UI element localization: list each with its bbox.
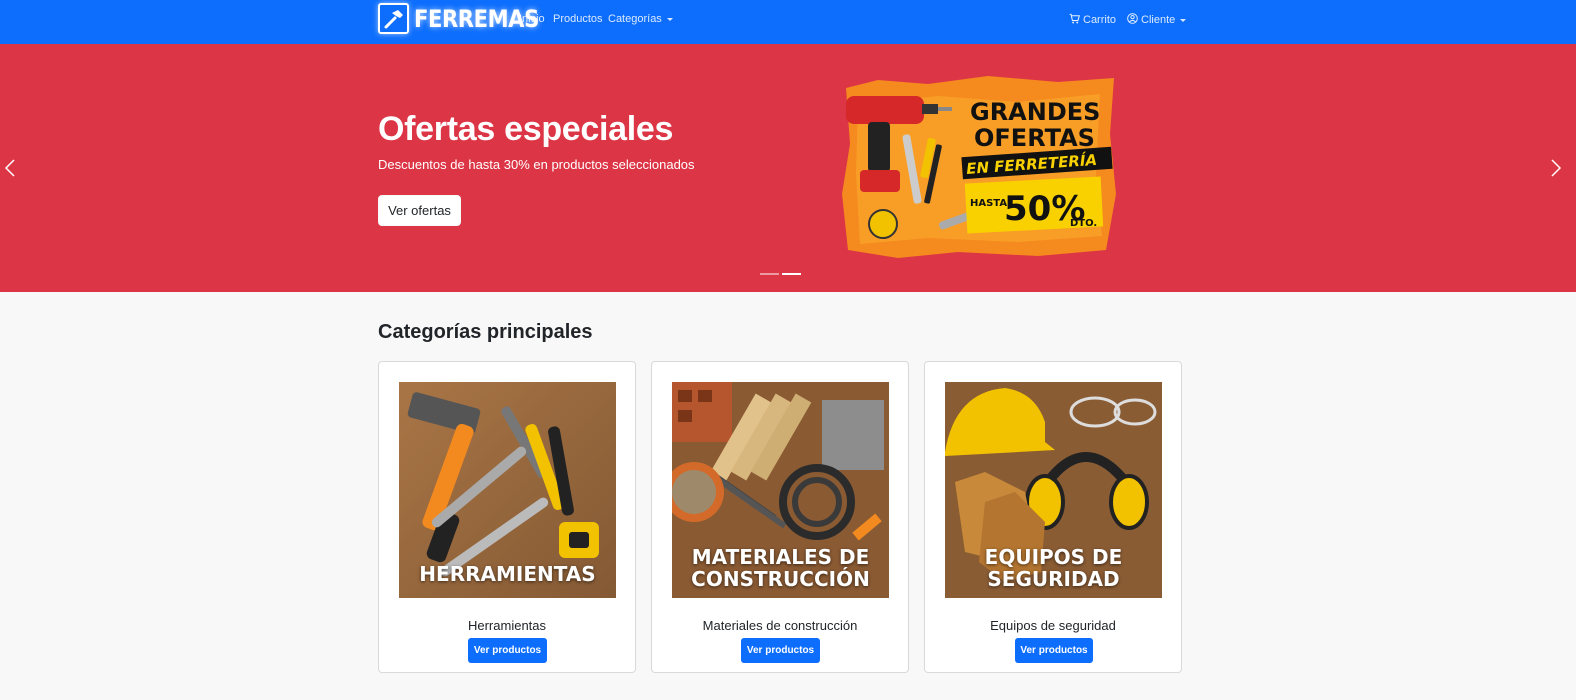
promo-line1: GRANDES (970, 98, 1100, 126)
carousel-next-button[interactable] (1546, 158, 1566, 178)
cart-icon (1069, 13, 1080, 27)
promo-line2: OFERTAS (974, 124, 1095, 152)
promo-prefix: HASTA (970, 198, 1007, 209)
category-name: Equipos de seguridad (990, 618, 1116, 633)
ver-productos-button[interactable]: Ver productos (468, 638, 547, 663)
category-name: Herramientas (467, 618, 547, 633)
promo-suffix: DTO. (1070, 218, 1097, 229)
nav-link-carrito[interactable]: Carrito (1069, 13, 1116, 27)
chevron-down-icon (666, 17, 673, 21)
category-image-caption-line2: CONSTRUCCIÓN (691, 567, 870, 591)
category-image-caption: HERRAMIENTAS (419, 562, 596, 586)
chevron-down-icon (1180, 18, 1187, 22)
navbar: FERREMAS Inicio Productos Categorías Car… (0, 0, 1576, 44)
category-image-caption-line1: MATERIALES DE (691, 545, 870, 569)
category-image-materiales: MATERIALES DE CONSTRUCCIÓN (672, 382, 889, 598)
nav-dropdown-categorias[interactable]: Categorías (608, 13, 673, 25)
cart-label: Carrito (1083, 14, 1117, 26)
section-title: Categorías principales (378, 321, 593, 343)
category-name: Materiales de construcción (702, 618, 858, 633)
ver-productos-button[interactable]: Ver productos (741, 638, 820, 663)
nav-link-productos[interactable]: Productos (553, 13, 603, 25)
ver-productos-button[interactable]: Ver productos (1015, 638, 1093, 663)
category-card-seguridad: EQUIPOS DE SEGURIDAD Equipos de segurida… (924, 361, 1182, 673)
carousel-indicators (760, 273, 801, 275)
hero-carousel: Ofertas especiales Descuentos de hasta 3… (0, 44, 1576, 292)
hero-title: Ofertas especiales (378, 110, 674, 148)
nav-link-inicio[interactable]: Inicio (519, 13, 545, 25)
category-image-caption-line2: SEGURIDAD (987, 567, 1120, 591)
user-label: Cliente (1141, 14, 1176, 26)
carousel-prev-button[interactable] (0, 158, 20, 178)
hero-subtitle: Descuentos de hasta 30% en productos sel… (378, 157, 695, 172)
category-image-herramientas: HERRAMIENTAS (399, 382, 616, 598)
nav-dropdown-label: Categorías (608, 13, 662, 25)
category-card-materiales: MATERIALES DE CONSTRUCCIÓN Materiales de… (651, 361, 909, 673)
hammer-icon (378, 3, 409, 34)
category-image-seguridad: EQUIPOS DE SEGURIDAD (945, 382, 1162, 598)
user-circle-icon (1127, 13, 1138, 27)
carousel-indicator-2[interactable] (782, 273, 801, 275)
carousel-indicator-1[interactable] (760, 273, 779, 275)
category-card-herramientas: HERRAMIENTAS Herramientas Ver productos (378, 361, 636, 673)
nav-dropdown-cliente[interactable]: Cliente (1127, 13, 1187, 27)
promo-banner-image: GRANDES OFERTAS EN FERRETERÍA HASTA 50% … (838, 74, 1118, 260)
category-image-caption-line1: EQUIPOS DE (984, 545, 1123, 569)
ver-ofertas-button[interactable]: Ver ofertas (378, 195, 461, 226)
